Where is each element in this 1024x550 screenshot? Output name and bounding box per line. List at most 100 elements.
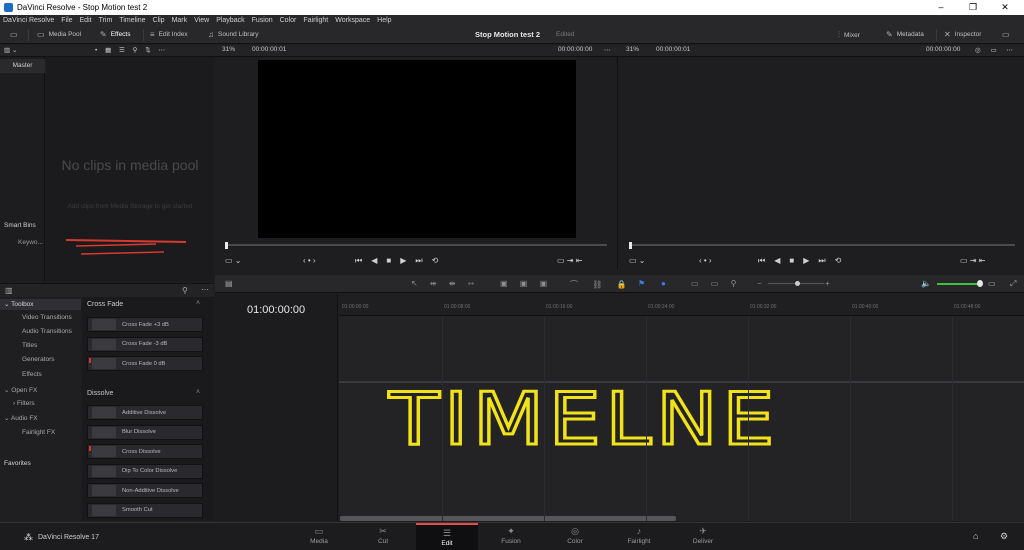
bin-list-toggle-icon[interactable]: ▥ ⌄ bbox=[4, 46, 17, 54]
edit-index-button[interactable]: ≡ Edit Index bbox=[150, 30, 188, 39]
master-bin[interactable]: Master bbox=[0, 59, 45, 73]
panel-toggle-icon[interactable]: ▥ bbox=[5, 286, 13, 295]
page-tab-cut[interactable]: ✂ Cut bbox=[352, 523, 414, 550]
timeline-transport-controls[interactable]: ⏮ ◀ ■ ▶ ⏭ ⟲ bbox=[758, 256, 841, 266]
collapse-chevron-icon[interactable]: ˄ bbox=[196, 300, 200, 307]
restore-button[interactable]: ❐ bbox=[958, 0, 988, 15]
zoom-in-icon[interactable]: + bbox=[825, 279, 830, 288]
effect-item[interactable]: Non-Additive Dissolve bbox=[87, 483, 203, 498]
source-more-icon[interactable]: ⋯ bbox=[604, 46, 611, 54]
minimize-button[interactable]: – bbox=[926, 0, 956, 15]
workspace-layout-icon[interactable]: ▭ bbox=[10, 30, 18, 39]
page-tab-color[interactable]: ◎ Color bbox=[544, 523, 606, 550]
audio-meter-icon[interactable]: ▭ bbox=[988, 279, 996, 288]
effects-button[interactable]: ✎ Effects bbox=[100, 30, 130, 39]
source-mark-icons[interactable]: ▭ ⇥ ⇤ bbox=[557, 256, 582, 265]
collapse-chevron-icon[interactable]: ˄ bbox=[196, 389, 200, 396]
zoom-mode-icons[interactable]: ▭ ▭ ⚲ bbox=[691, 279, 741, 288]
skip-start-icon[interactable]: ⏮ bbox=[355, 256, 362, 266]
effect-item[interactable]: Smooth Cut bbox=[87, 502, 203, 518]
timeline-viewer-jog-icon[interactable]: ‹ • › bbox=[699, 256, 712, 265]
source-viewer[interactable]: ▭ ⌄ ‹ • › ⏮ ◀ ■ ▶ ⏭ ⟲ ▭ ⇥ ⇤ bbox=[215, 57, 618, 269]
timeline-viewer-scrubber[interactable] bbox=[630, 244, 1015, 246]
tree-item-video-transitions[interactable]: Video Transitions bbox=[22, 314, 72, 321]
rewind-icon[interactable]: ◀ bbox=[371, 256, 377, 266]
stop-icon[interactable]: ■ bbox=[386, 256, 391, 266]
tree-item-generators[interactable]: Generators bbox=[22, 356, 55, 363]
page-tab-fusion[interactable]: ✦ Fusion bbox=[480, 523, 542, 550]
tree-item-filters[interactable]: › Filters bbox=[13, 400, 35, 407]
effect-item[interactable]: Cross Fade +3 dB bbox=[87, 317, 203, 332]
skip-start-icon[interactable]: ⏮ bbox=[758, 256, 765, 266]
menu-timeline[interactable]: Timeline bbox=[119, 17, 145, 24]
search-icon[interactable]: ⚲ bbox=[182, 286, 188, 295]
timeline-tracks[interactable]: 01:00:00:00 01:00:08:00 01:00:16:00 01:00:2… bbox=[339, 294, 1024, 521]
edit-mode-icons[interactable]: ▣ ▣ ▣ bbox=[500, 279, 552, 288]
effect-item[interactable]: Cross Fade 0 dB bbox=[87, 356, 203, 371]
media-pool-view-icons[interactable]: • ▦ ☰ ⚲ ⇅ ⋯ bbox=[95, 46, 168, 54]
chevron-down-icon[interactable]: ⌄ bbox=[4, 415, 11, 422]
menu-fairlight[interactable]: Fairlight bbox=[303, 17, 328, 24]
expand-icon[interactable]: ▭ bbox=[1002, 30, 1010, 39]
menu-fusion[interactable]: Fusion bbox=[252, 17, 273, 24]
tree-item-audio-fx[interactable]: ⌄ Audio FX bbox=[4, 414, 38, 422]
source-video-frame[interactable] bbox=[258, 60, 576, 238]
snap-link-icons[interactable]: ⌒ ⛓ 🔒 bbox=[570, 279, 633, 290]
inspector-button[interactable]: ✕ Inspector bbox=[944, 30, 981, 39]
marker-icon[interactable]: ● bbox=[661, 279, 666, 288]
loop-icon[interactable]: ⟲ bbox=[432, 256, 439, 266]
media-pool-panel[interactable]: No clips in media pool Add clips from Me… bbox=[46, 57, 214, 282]
menu-file[interactable]: File bbox=[61, 17, 72, 24]
source-scrubber[interactable] bbox=[226, 244, 607, 246]
more-options-icon[interactable]: ⋯ bbox=[201, 285, 209, 294]
speaker-icon[interactable]: 🔈 bbox=[921, 279, 931, 288]
rewind-icon[interactable]: ◀ bbox=[774, 256, 780, 266]
timeline-view-options-icon[interactable]: ▤ bbox=[225, 279, 233, 288]
media-pool-button[interactable]: ▭ Media Pool bbox=[37, 30, 81, 39]
source-display-icon[interactable]: ▭ ⌄ bbox=[225, 256, 241, 265]
tree-item-effects[interactable]: Effects bbox=[22, 371, 42, 378]
timeline-mark-icons[interactable]: ▭ ⇥ ⇤ bbox=[960, 256, 985, 265]
source-transport-controls[interactable]: ⏮ ◀ ■ ▶ ⏭ ⟲ bbox=[355, 256, 438, 266]
menu-color[interactable]: Color bbox=[280, 17, 297, 24]
stop-icon[interactable]: ■ bbox=[789, 256, 794, 266]
keywords-bin[interactable]: Keywo... bbox=[18, 239, 43, 246]
viewer-options-icons[interactable]: ◎ ▭ ⋯ bbox=[975, 46, 1017, 54]
menu-edit[interactable]: Edit bbox=[80, 17, 92, 24]
sound-library-button[interactable]: ♫ Sound Library bbox=[208, 30, 258, 39]
page-tab-fairlight[interactable]: ♪ Fairlight bbox=[608, 523, 670, 550]
page-tab-edit[interactable]: ☰ Edit bbox=[416, 523, 478, 550]
skip-end-icon[interactable]: ⏭ bbox=[818, 256, 825, 266]
flag-icon[interactable]: ⚑ bbox=[638, 279, 645, 288]
timeline-viewer-display-icon[interactable]: ▭ ⌄ bbox=[629, 256, 645, 265]
timeline-ruler[interactable]: 01:00:00:00 01:00:08:00 01:00:16:00 01:00:2… bbox=[339, 294, 1024, 316]
timeline-scrollbar[interactable] bbox=[340, 516, 676, 521]
menu-mark[interactable]: Mark bbox=[172, 17, 188, 24]
close-button[interactable]: ✕ bbox=[990, 0, 1020, 15]
page-tab-media[interactable]: ▭ Media bbox=[288, 523, 350, 550]
source-jog-icon[interactable]: ‹ • › bbox=[303, 256, 316, 265]
settings-gear-icon[interactable]: ⚙ bbox=[1000, 531, 1008, 542]
menu-trim[interactable]: Trim bbox=[99, 17, 113, 24]
skip-end-icon[interactable]: ⏭ bbox=[415, 256, 422, 266]
mixer-button[interactable]: ⫶ Mixer bbox=[838, 30, 860, 40]
tree-item-open-fx[interactable]: ⌄ Open FX bbox=[4, 386, 37, 394]
effect-item[interactable]: Additive Dissolve bbox=[87, 405, 203, 420]
timeline-zoom[interactable]: 31% bbox=[626, 46, 639, 53]
volume-slider[interactable] bbox=[937, 283, 979, 285]
play-icon[interactable]: ▶ bbox=[803, 256, 809, 266]
loop-icon[interactable]: ⟲ bbox=[835, 256, 842, 266]
timeline-viewer-playhead[interactable] bbox=[629, 242, 632, 249]
effect-item[interactable]: Cross Dissolve bbox=[87, 444, 203, 459]
menu-workspace[interactable]: Workspace bbox=[335, 17, 370, 24]
menu-clip[interactable]: Clip bbox=[153, 17, 165, 24]
effect-item[interactable]: Blur Dissolve bbox=[87, 424, 203, 440]
metadata-button[interactable]: ✎ Metadata bbox=[886, 30, 924, 39]
zoom-slider-knob[interactable] bbox=[795, 281, 800, 286]
menu-help[interactable]: Help bbox=[377, 17, 391, 24]
tree-item-fairlight-fx[interactable]: Fairlight FX bbox=[22, 429, 55, 436]
edit-tools-icons[interactable]: ↖ ⇹ ⇼ ⇿ bbox=[411, 279, 479, 288]
menu-davinci-resolve[interactable]: DaVinci Resolve bbox=[3, 17, 54, 24]
tree-item-favorites[interactable]: Favorites bbox=[4, 460, 31, 467]
expand-panel-icon[interactable]: ⤢ bbox=[1010, 279, 1016, 289]
